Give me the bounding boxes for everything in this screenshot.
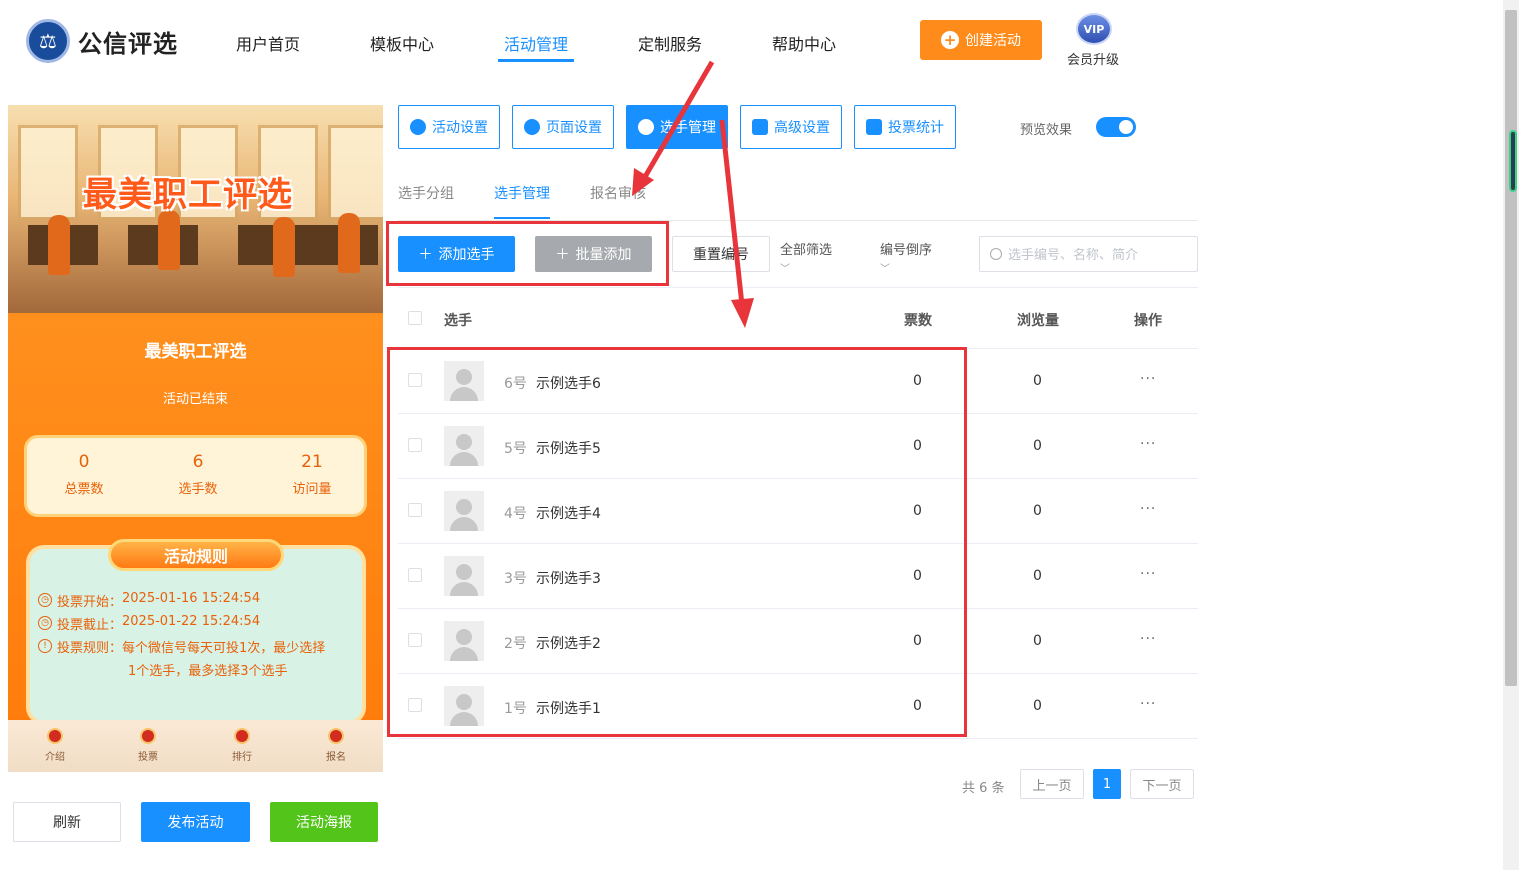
preview-tabbar: 介绍 投票 排行 报名	[8, 720, 383, 772]
poster-button[interactable]: 活动海报	[270, 802, 378, 842]
search-box[interactable]	[979, 236, 1198, 272]
nav-activity-manage[interactable]: 活动管理	[504, 31, 568, 55]
subtab-active-underline	[494, 217, 550, 219]
star-icon	[410, 119, 426, 135]
rules-card	[26, 545, 366, 725]
rule-vote-rule-cont: 1个选手，最多选择3个选手	[128, 664, 288, 679]
signup-icon	[328, 728, 344, 744]
nav-custom-service[interactable]: 定制服务	[638, 31, 702, 55]
preview-tab-rank[interactable]: 排行	[217, 728, 267, 763]
tab-page-settings[interactable]: 页面设置	[512, 105, 614, 149]
vip-icon[interactable]: VIP	[1076, 13, 1112, 45]
contestant-views: 0	[1033, 373, 1042, 389]
rule-vote-end: ◷ 投票截止： 2025-01-22 15:24:54	[38, 614, 260, 633]
create-activity-button[interactable]: + 创建活动	[920, 20, 1042, 60]
sliders-icon	[752, 119, 768, 135]
gear-icon	[524, 119, 540, 135]
stat-contestants: 6 选手数	[178, 452, 218, 497]
tab-vote-stats[interactable]: 投票统计	[854, 105, 956, 149]
more-actions-icon[interactable]: ···	[1140, 436, 1156, 452]
info-icon: !	[38, 639, 52, 653]
scroll-widget	[1509, 130, 1517, 192]
col-contestant: 选手	[444, 313, 472, 329]
preview-toggle[interactable]	[1096, 117, 1136, 137]
nav-help[interactable]: 帮助中心	[772, 31, 836, 55]
reset-number-button[interactable]: 重置编号	[672, 236, 770, 272]
table-top-border	[398, 287, 1198, 288]
pagination-total: 共 6 条	[962, 781, 1005, 796]
vote-icon	[140, 728, 156, 744]
rule-vote-rule: ! 投票规则： 每个微信号每天可投1次，最少选择	[38, 637, 325, 656]
annotation-toolbar-box	[386, 221, 669, 286]
contestant-views: 0	[1033, 633, 1042, 649]
more-actions-icon[interactable]: ···	[1140, 566, 1156, 582]
chevron-down-icon: ﹀	[780, 264, 790, 275]
next-page-button[interactable]: 下一页	[1130, 769, 1194, 799]
banner-image: 最美职工评选	[8, 105, 383, 313]
col-votes: 票数	[904, 313, 932, 329]
tab-activity-settings[interactable]: 活动设置	[398, 105, 500, 149]
mobile-preview: 最美职工评选 最美职工评选 活动已结束 0 总票数 6 选手数 21 访问量 活…	[8, 105, 383, 772]
subtab-signup-review[interactable]: 报名审核	[590, 183, 646, 203]
page-1-button[interactable]: 1	[1093, 769, 1121, 799]
contestant-views: 0	[1033, 438, 1042, 454]
col-actions: 操作	[1134, 313, 1162, 329]
nav-templates[interactable]: 模板中心	[370, 31, 434, 55]
nav-active-underline	[498, 59, 574, 62]
logo-icon: ⚖	[26, 19, 70, 63]
preview-title: 最美职工评选	[144, 342, 247, 362]
nav-home[interactable]: 用户首页	[236, 31, 300, 55]
contestant-views: 0	[1033, 503, 1042, 519]
row-divider	[398, 738, 1198, 739]
subtab-groups[interactable]: 选手分组	[398, 183, 454, 203]
banner-title: 最美职工评选	[83, 175, 293, 215]
page-scrollbar-thumb[interactable]	[1505, 10, 1517, 686]
more-actions-icon[interactable]: ···	[1140, 631, 1156, 647]
vip-upgrade-link[interactable]: 会员升级	[1067, 49, 1119, 68]
users-icon	[638, 119, 654, 135]
logo-text: 公信评选	[78, 30, 178, 58]
rule-vote-start: ◷ 投票开始： 2025-01-16 15:24:54	[38, 591, 260, 610]
more-actions-icon[interactable]: ···	[1140, 371, 1156, 387]
col-views: 浏览量	[1017, 313, 1059, 329]
more-actions-icon[interactable]: ···	[1140, 501, 1156, 517]
clock-icon: ◷	[38, 616, 52, 630]
clock-icon: ◷	[38, 593, 52, 607]
contestant-views: 0	[1033, 568, 1042, 584]
subtab-contestants[interactable]: 选手管理	[494, 183, 550, 203]
rank-icon	[234, 728, 250, 744]
select-all-checkbox[interactable]	[408, 311, 422, 325]
preview-toggle-label: 预览效果	[1020, 123, 1073, 138]
bar-chart-icon	[866, 119, 882, 135]
preview-tab-intro[interactable]: 介绍	[30, 728, 80, 763]
stat-total-votes: 0 总票数	[64, 452, 104, 497]
search-input[interactable]	[1008, 246, 1178, 262]
chevron-down-icon: ﹀	[880, 264, 890, 275]
tab-advanced-settings[interactable]: 高级设置	[740, 105, 842, 149]
annotation-list-box	[387, 347, 967, 737]
filter-all-dropdown[interactable]: 全部筛选 ﹀	[780, 239, 832, 275]
sort-number-dropdown[interactable]: 编号倒序 ﹀	[880, 239, 932, 275]
stats-card: 0 总票数 6 选手数 21 访问量	[24, 435, 367, 517]
stat-visits: 21 访问量	[292, 452, 332, 497]
search-icon	[990, 248, 1002, 260]
rules-heading: 活动规则	[108, 539, 284, 571]
preview-status: 活动已结束	[162, 392, 228, 407]
contestant-views: 0	[1033, 698, 1042, 714]
refresh-button[interactable]: 刷新	[13, 802, 121, 842]
plus-circle-icon: +	[941, 31, 959, 49]
tab-contestant-manage[interactable]: 选手管理	[626, 105, 728, 149]
intro-icon	[47, 728, 63, 744]
more-actions-icon[interactable]: ···	[1140, 696, 1156, 712]
publish-button[interactable]: 发布活动	[141, 802, 250, 842]
preview-tab-signup[interactable]: 报名	[311, 728, 361, 763]
preview-tab-vote[interactable]: 投票	[123, 728, 173, 763]
create-activity-label: 创建活动	[965, 33, 1021, 49]
prev-page-button[interactable]: 上一页	[1020, 769, 1084, 799]
